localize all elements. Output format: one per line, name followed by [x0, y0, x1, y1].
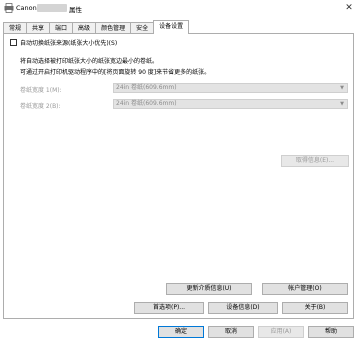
apply-button[interactable]: 应用(A) — [258, 326, 304, 338]
title-redacted-area — [37, 4, 67, 12]
get-info-button[interactable]: 取得信息(E)... — [281, 155, 349, 167]
preferences-button[interactable]: 首选项(P)... — [134, 302, 204, 314]
title-bar: Canon 属性 ✕ — [0, 0, 359, 17]
device-info-button[interactable]: 设备信息(D) — [208, 302, 278, 314]
auto-switch-option[interactable]: 自动切换纸张来源(纸张大小优先)(S) — [10, 38, 117, 47]
tab-device-settings[interactable]: 设备设置 — [153, 20, 190, 34]
window-title-suffix: 属性 — [69, 6, 82, 14]
roll-width-2-select[interactable]: 24in 卷纸(609.6mm) ▼ — [113, 99, 348, 109]
auto-switch-checkbox[interactable] — [10, 39, 17, 46]
about-button[interactable]: 关于(B) — [282, 302, 348, 314]
close-button[interactable]: ✕ — [343, 2, 355, 14]
roll-width-1-select[interactable]: 24in 卷纸(609.6mm) ▼ — [113, 83, 348, 93]
update-media-info-button[interactable]: 更新介质信息(U) — [166, 283, 252, 295]
roll-width-2-value: 24in 卷纸(609.6mm) — [116, 100, 177, 107]
description-line-1: 将自动选择被打印纸张大小的纸张宽边最小的卷纸。 — [20, 58, 159, 65]
roll-width-2-label: 卷纸宽度 2(B): — [20, 103, 61, 110]
description-line-2: 可通过开启打印机驱动程序中的[将页面旋转 90 度]来节省更多的纸张。 — [20, 69, 211, 76]
ok-button[interactable]: 确定 — [158, 326, 204, 338]
window-title-prefix: Canon — [16, 4, 37, 12]
help-button[interactable]: 帮助 — [308, 326, 354, 338]
cancel-button[interactable]: 取消 — [208, 326, 254, 338]
account-management-button[interactable]: 帐户管理(O) — [262, 283, 348, 295]
printer-icon — [4, 3, 14, 13]
chevron-down-icon: ▼ — [340, 101, 344, 107]
chevron-down-icon: ▼ — [340, 85, 344, 91]
auto-switch-label: 自动切换纸张来源(纸张大小优先)(S) — [20, 40, 118, 47]
roll-width-1-value: 24in 卷纸(609.6mm) — [116, 84, 177, 91]
roll-width-1-label: 卷纸宽度 1(M): — [20, 87, 62, 94]
